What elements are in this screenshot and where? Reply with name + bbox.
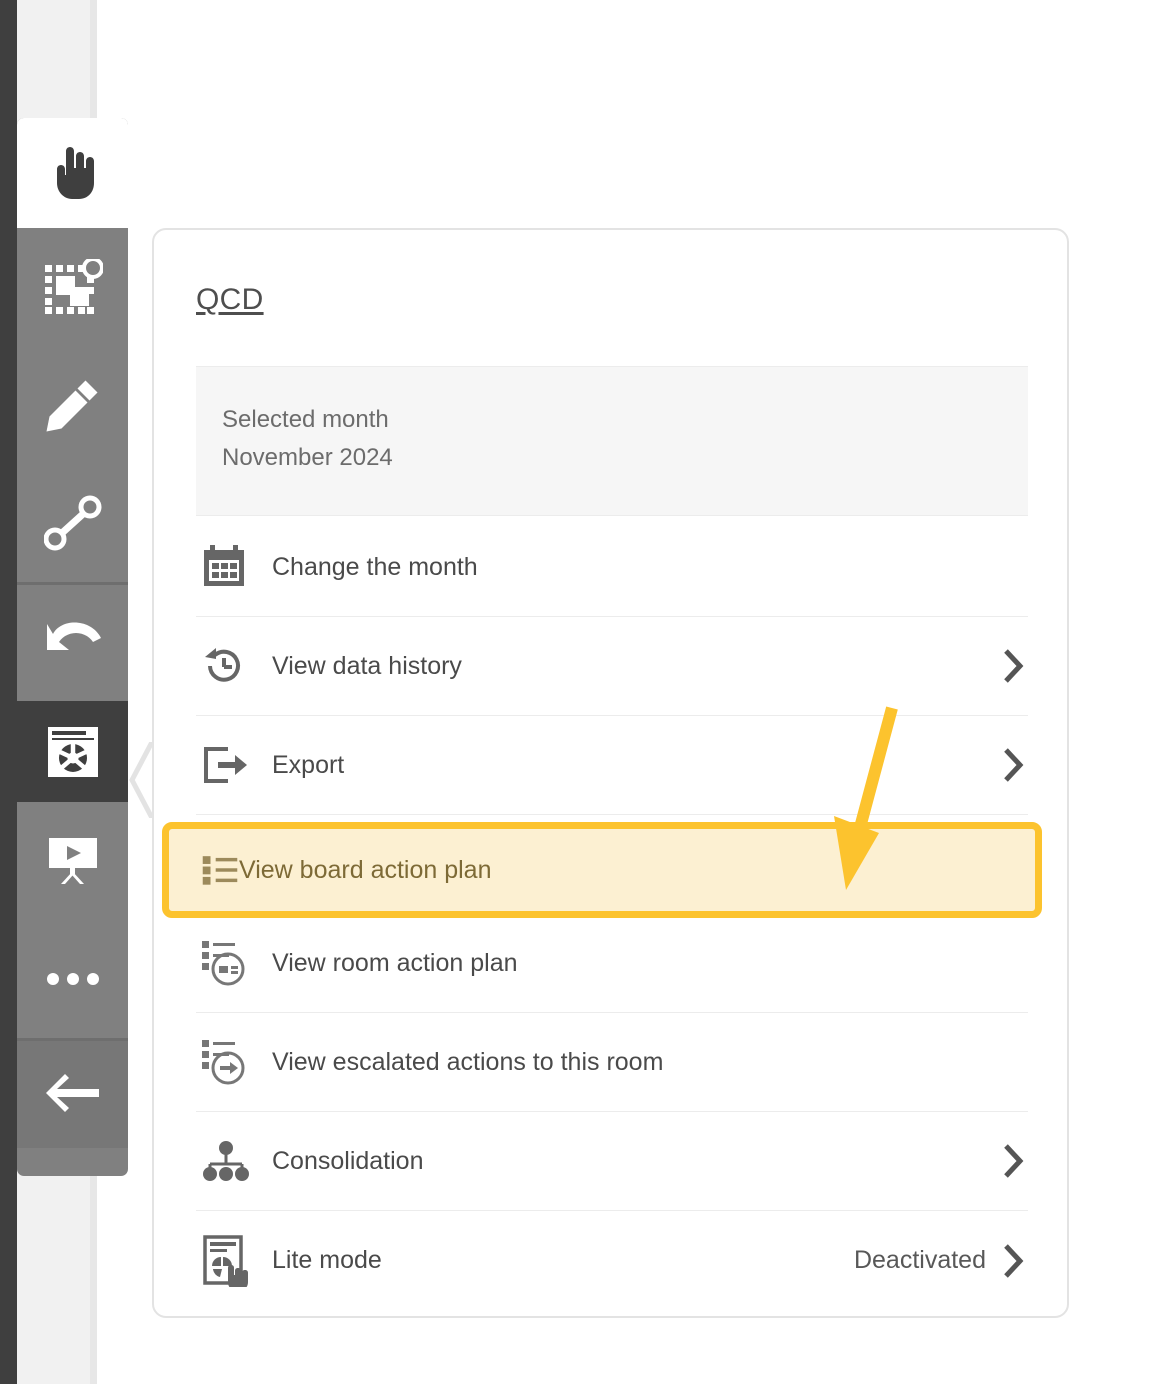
menu-item-label: Change the month	[272, 552, 478, 581]
app-left-edge	[0, 0, 17, 1384]
highlight-view-board-action-plan[interactable]: View board action plan	[162, 822, 1042, 918]
toolbar-item-back-tool[interactable]	[17, 1038, 128, 1148]
undo-arrow-icon	[43, 618, 103, 666]
menu-item-view-data-history[interactable]: View data history	[196, 617, 1028, 716]
screen-root: QCD Selected month November 2024 Change …	[0, 0, 1171, 1384]
menu-item-change-the-month[interactable]: Change the month	[196, 518, 1028, 617]
toolbar-item-undo-tool[interactable]	[17, 582, 128, 701]
menu-item-view-room-action-plan[interactable]: View room action plan	[196, 914, 1028, 1013]
selected-month-box: Selected month November 2024	[196, 366, 1028, 516]
chevron-right-icon[interactable]	[1002, 747, 1028, 783]
hand-pointer-icon	[49, 147, 97, 199]
toolbar-item-more-tool[interactable]	[17, 920, 128, 1038]
pencil-icon	[45, 377, 101, 433]
lite-mode-status-value: Deactivated	[853, 1246, 986, 1274]
selected-month-label: Selected month	[222, 406, 389, 433]
chevron-right-icon[interactable]	[1002, 1243, 1028, 1279]
menu-item-label: Lite mode	[272, 1246, 382, 1274]
arrow-left-icon	[45, 1072, 101, 1114]
presentation-icon	[45, 836, 101, 886]
board-lifebuoy-icon	[47, 726, 98, 777]
chevron-right-icon[interactable]	[1002, 648, 1028, 684]
list-arrow-circle-icon	[196, 1038, 272, 1086]
menu-item-label: View escalated actions to this room	[272, 1047, 664, 1076]
history-clock-icon	[196, 644, 272, 688]
export-box-arrow-icon	[196, 745, 272, 785]
menu-item-lite-mode[interactable]: Lite mode Deactivated	[196, 1211, 1028, 1310]
selected-month-value: November 2024	[222, 444, 393, 471]
menu-item-label: Consolidation	[272, 1146, 424, 1175]
calendar-icon	[196, 545, 272, 589]
list-room-circle-icon	[196, 939, 272, 987]
chevron-right-icon[interactable]	[1002, 1143, 1028, 1179]
toolbar-item-pointer-hand-tool[interactable]	[17, 118, 128, 228]
panel-title-text: QCD	[196, 283, 264, 316]
menu-item-label: View data history	[272, 651, 462, 680]
list-bullets-icon	[169, 850, 239, 890]
page-title: QCD	[196, 283, 264, 317]
toolbar-item-board-settings-tool[interactable]	[17, 701, 128, 802]
hierarchy-icon	[196, 1140, 272, 1182]
toolbar-item-select-shapes-tool[interactable]	[17, 228, 128, 346]
menu-item-label: Export	[272, 750, 345, 779]
menu-item-view-escalated-actions[interactable]: View escalated actions to this room	[196, 1013, 1028, 1112]
marquee-select-icon	[43, 259, 103, 315]
link-nodes-icon	[43, 495, 102, 551]
toolbar-item-pen-tool[interactable]	[17, 346, 128, 464]
toolbar-item-presentation-tool[interactable]	[17, 802, 128, 920]
menu-item-consolidation[interactable]: Consolidation	[196, 1112, 1028, 1211]
ellipsis-icon	[45, 972, 101, 986]
vertical-toolbar	[17, 118, 128, 1176]
board-menu-panel: QCD Selected month November 2024 Change …	[152, 228, 1069, 1318]
toolbar-item-connector-tool[interactable]	[17, 464, 128, 582]
panel-caret	[128, 740, 155, 820]
lite-mode-tap-icon	[196, 1234, 272, 1287]
menu-item-export[interactable]: Export	[196, 716, 1028, 815]
menu-item-label: View room action plan	[272, 948, 518, 977]
highlighted-menu-item-label: View board action plan	[239, 855, 492, 884]
